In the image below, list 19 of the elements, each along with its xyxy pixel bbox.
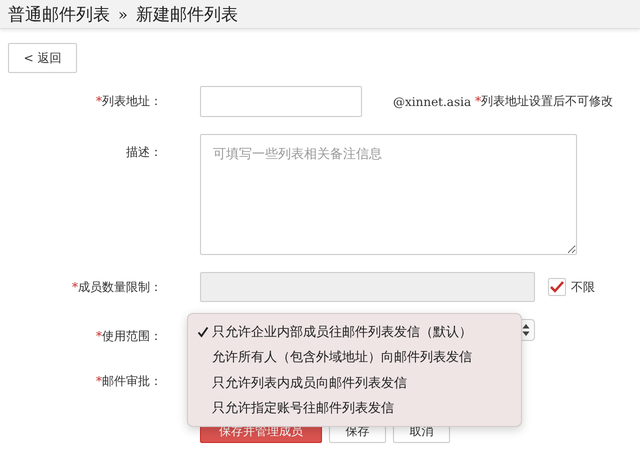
page-title: 新建邮件列表 xyxy=(136,4,238,26)
breadcrumb-link[interactable]: 普通邮件列表 xyxy=(8,2,110,26)
updown-arrows-icon xyxy=(522,323,530,337)
dropdown-option[interactable]: 允许所有人（包含外域地址）向邮件列表发信 xyxy=(212,348,472,366)
field-label: *成员数量限制： xyxy=(72,280,162,294)
field-label: *使用范围： xyxy=(96,328,162,342)
back-button[interactable]: < 返回 xyxy=(8,43,77,73)
field-note: *列表地址设置后不可修改 xyxy=(475,93,614,110)
dropdown-option[interactable]: 只允许企业内部成员往邮件列表发信（默认） xyxy=(212,322,472,341)
field-label: *列表地址： xyxy=(96,94,162,108)
checkbox-label: 不限 xyxy=(571,278,595,296)
field-label: *邮件审批： xyxy=(96,374,162,388)
breadcrumb-separator: » xyxy=(118,4,128,24)
dropdown-option[interactable]: 只允许指定账号往邮件列表发信 xyxy=(212,399,394,418)
description-textarea[interactable]: 可填写一些列表相关备注信息 xyxy=(200,134,577,255)
field-label: 描述： xyxy=(126,145,162,159)
dropdown-option[interactable]: 只允许列表内成员向邮件列表发信 xyxy=(212,374,407,392)
address-input[interactable] xyxy=(200,86,362,117)
domain-suffix: @xinnet.asia xyxy=(393,94,472,108)
